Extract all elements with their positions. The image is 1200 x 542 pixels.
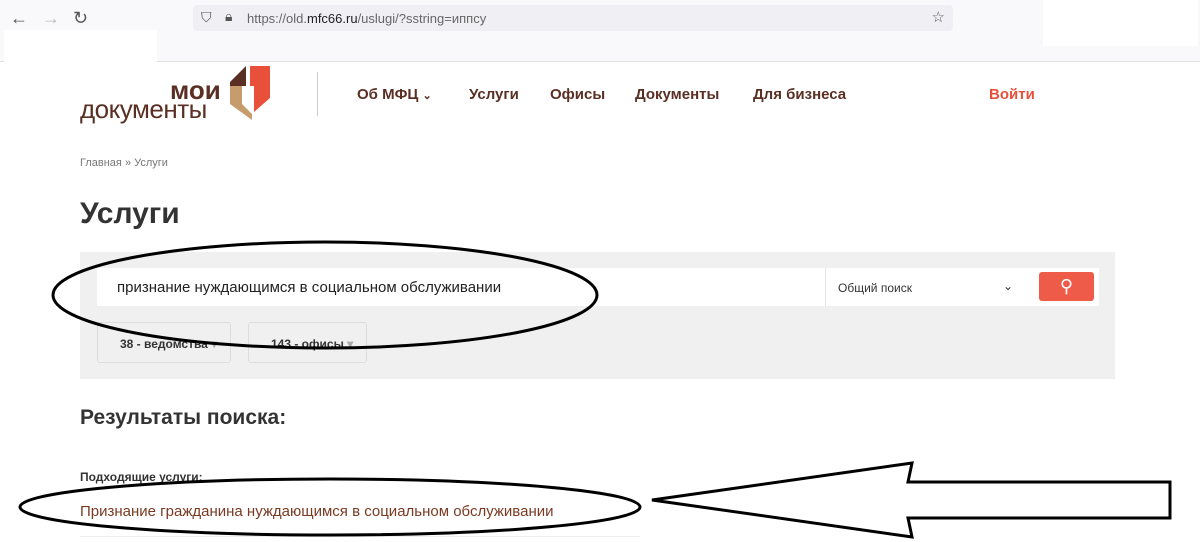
redacted-area xyxy=(1043,0,1198,46)
annotation-arrow-icon xyxy=(651,461,1172,539)
divider xyxy=(80,536,640,537)
login-link[interactable]: Войти xyxy=(989,86,1035,103)
chevron-down-icon: ⌄ xyxy=(422,90,432,102)
address-bar[interactable]: ⛉ 🔒︎ https://old.mfc66.ru/uslugi/?sstrin… xyxy=(193,5,953,31)
search-mode-select[interactable]: Общий поиск ⌄ xyxy=(825,268,1025,306)
offices-filter[interactable]: 143 - офисы ▾ xyxy=(248,322,367,363)
page-title: Услуги xyxy=(80,197,180,230)
shield-icon: ⛉ xyxy=(201,9,212,25)
bookmark-star-icon[interactable]: ☆ xyxy=(932,8,945,26)
browser-toolbar: ← → ↻ ⛉ 🔒︎ https://old.mfc66.ru/uslugi/?… xyxy=(0,0,1200,62)
header-divider xyxy=(317,72,318,116)
chevron-down-icon: ⌄ xyxy=(1002,279,1013,293)
menu-label: Об МФЦ xyxy=(357,86,419,103)
search-icon: ⚲ xyxy=(1059,276,1074,296)
search-bar: признание нуждающимся в социальном обслу… xyxy=(97,268,1099,306)
results-heading: Результаты поиска: xyxy=(80,406,287,429)
forward-icon[interactable]: → xyxy=(42,8,60,29)
url-path: /uslugi/?sstring=иппсу xyxy=(357,11,487,26)
menu-about[interactable]: Об МФЦ ⌄ xyxy=(357,86,432,103)
results-subheading: Подходящие услуги: xyxy=(80,470,203,484)
breadcrumb-home[interactable]: Главная xyxy=(80,157,122,169)
caret-down-icon: ▾ xyxy=(347,337,354,351)
breadcrumb: Главная » Услуги xyxy=(80,157,168,169)
search-mode-value: Общий поиск xyxy=(838,281,912,295)
url-prefix: https://old. xyxy=(247,11,307,26)
departments-label: 38 - ведомства xyxy=(120,337,208,351)
back-icon[interactable]: ← xyxy=(10,8,28,29)
menu-documents[interactable]: Документы xyxy=(635,86,719,103)
caret-down-icon: ▾ xyxy=(211,337,218,351)
departments-filter[interactable]: 38 - ведомства ▾ xyxy=(97,322,231,363)
menu-offices[interactable]: Офисы xyxy=(550,86,605,103)
url-text: https://old.mfc66.ru/uslugi/?sstring=ипп… xyxy=(247,11,486,26)
result-link[interactable]: Признание гражданина нуждающимся в социа… xyxy=(80,503,554,520)
redacted-area xyxy=(4,30,157,62)
lock-icon: 🔒︎ xyxy=(225,8,233,24)
url-domain: mfc66.ru xyxy=(306,11,358,26)
menu-business[interactable]: Для бизнеса xyxy=(753,86,846,103)
breadcrumb-current: Услуги xyxy=(134,157,168,169)
menu-services[interactable]: Услуги xyxy=(469,86,519,103)
search-button[interactable]: ⚲ xyxy=(1039,272,1094,301)
offices-label: 143 - офисы xyxy=(271,337,344,351)
search-input[interactable]: признание нуждающимся в социальном обслу… xyxy=(117,279,501,296)
logo-emblem-icon xyxy=(230,66,270,120)
reload-icon[interactable]: ↻ xyxy=(73,8,88,29)
logo-line2: документы xyxy=(80,94,207,124)
breadcrumb-separator: » xyxy=(124,157,132,169)
